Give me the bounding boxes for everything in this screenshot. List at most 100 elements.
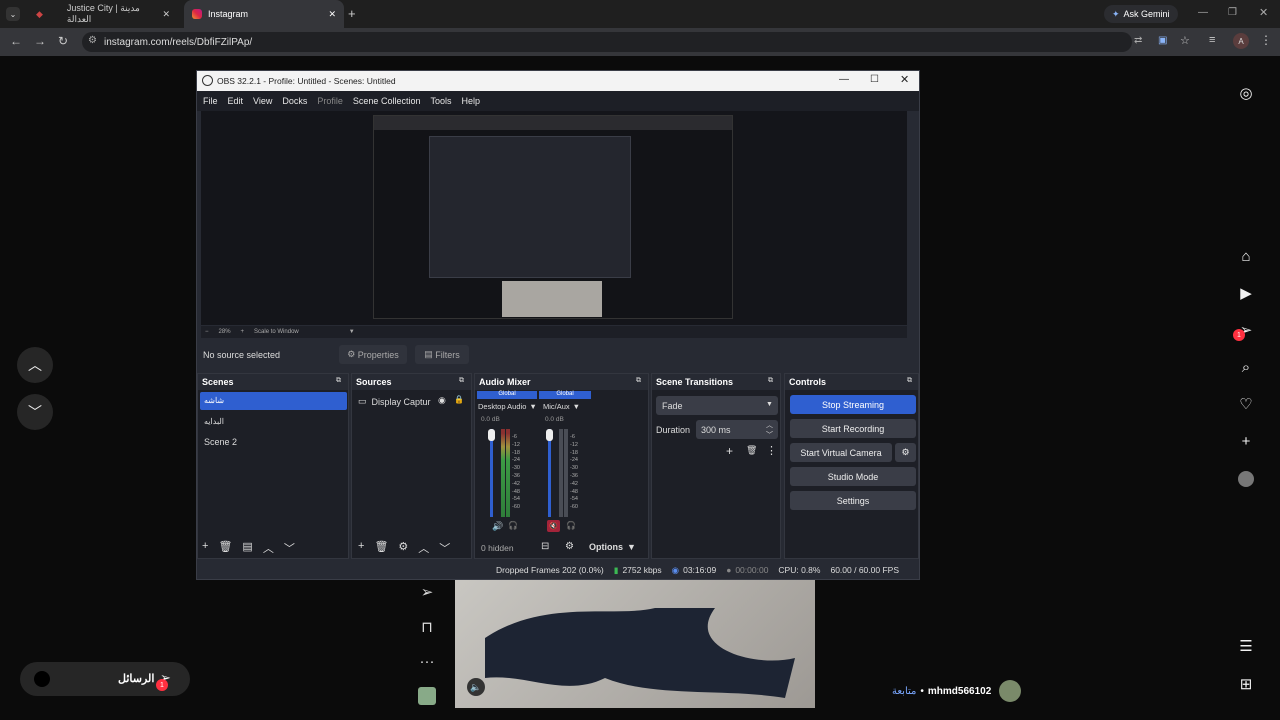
- scene-item[interactable]: شاشه: [200, 392, 347, 410]
- filter-icon[interactable]: ▤: [242, 540, 252, 556]
- trash-icon[interactable]: 🗑: [746, 445, 757, 456]
- menu-icon[interactable]: ⋮: [1260, 33, 1272, 47]
- site-info-icon[interactable]: ⚙: [88, 35, 97, 46]
- undock-icon[interactable]: ⧉: [636, 377, 641, 385]
- menu-tools[interactable]: Tools: [430, 96, 451, 106]
- minimize-icon[interactable]: —: [839, 74, 849, 85]
- headphones-icon[interactable]: 🎧: [508, 521, 518, 530]
- author-avatar[interactable]: [999, 680, 1022, 702]
- virtual-camera-settings-button[interactable]: ⚙: [895, 443, 916, 462]
- menu-file[interactable]: File: [203, 96, 218, 106]
- close-window-icon[interactable]: ✕: [1259, 6, 1268, 19]
- mute-icon[interactable]: 🔈: [467, 678, 485, 696]
- bookmark-star-icon[interactable]: ☆: [1180, 34, 1190, 47]
- more-menu-icon[interactable]: ☰: [1234, 634, 1258, 658]
- instagram-logo-icon[interactable]: ◎: [1234, 81, 1258, 105]
- ask-gemini-button[interactable]: ✦ Ask Gemini: [1104, 5, 1178, 23]
- next-reel-button[interactable]: ﹀: [17, 394, 53, 430]
- messages-button[interactable]: الرسائل ➢ 1: [20, 662, 190, 696]
- trash-icon[interactable]: 🗑: [374, 540, 388, 556]
- trash-icon[interactable]: 🗑: [218, 540, 232, 556]
- source-item[interactable]: ▭ Display Captur: [358, 396, 431, 407]
- heart-icon[interactable]: ♡: [1234, 392, 1258, 416]
- muted-icon[interactable]: 🔇: [547, 520, 560, 532]
- undock-icon[interactable]: ⧉: [336, 377, 341, 385]
- maximize-icon[interactable]: ☐: [870, 74, 879, 85]
- scene-item[interactable]: Scene 2: [204, 437, 237, 447]
- reload-icon[interactable]: ↻: [58, 34, 68, 48]
- more-options-icon[interactable]: ···: [415, 649, 439, 673]
- follow-link[interactable]: متابعة: [892, 686, 916, 697]
- add-icon[interactable]: +: [726, 444, 733, 458]
- undock-icon[interactable]: ⧉: [768, 377, 773, 385]
- headphones-icon[interactable]: 🎧: [566, 521, 576, 530]
- close-icon[interactable]: ✕: [900, 73, 909, 86]
- volume-slider[interactable]: [548, 429, 551, 517]
- menu-profile[interactable]: Profile: [317, 96, 343, 106]
- previous-reel-button[interactable]: ︿: [17, 347, 53, 383]
- cast-icon[interactable]: ▣: [1158, 35, 1167, 46]
- back-icon[interactable]: ←: [10, 34, 22, 48]
- stepper-icon[interactable]: ︿ ﹀: [766, 420, 773, 440]
- volume-slider-handle[interactable]: [488, 429, 495, 441]
- layout-icon[interactable]: ⊟: [541, 541, 549, 552]
- start-recording-button[interactable]: Start Recording: [790, 419, 916, 438]
- url-field[interactable]: ⚙ instagram.com/reels/DbfiFZilPAp/ ⇄ ▣ ☆: [82, 32, 1190, 52]
- advanced-settings-icon[interactable]: ⚙: [565, 541, 574, 552]
- move-up-icon[interactable]: ︿: [263, 540, 274, 556]
- move-down-icon[interactable]: ﹀: [284, 540, 295, 556]
- properties-button[interactable]: ⚙ Properties: [339, 345, 407, 364]
- speaker-icon[interactable]: 🔊: [492, 521, 503, 532]
- zoom-in-icon[interactable]: +: [241, 329, 245, 335]
- volume-slider[interactable]: [490, 429, 493, 517]
- start-virtual-camera-button[interactable]: Start Virtual Camera: [790, 443, 892, 462]
- add-icon[interactable]: +: [202, 540, 208, 556]
- filters-button[interactable]: ▤ Filters: [415, 345, 469, 364]
- desktop-audio-menu[interactable]: Desktop Audio ▼: [478, 402, 537, 411]
- volume-slider-handle[interactable]: [546, 429, 553, 441]
- translate-icon[interactable]: ⇄: [1134, 35, 1142, 46]
- add-icon[interactable]: +: [358, 540, 364, 556]
- share-icon[interactable]: ➢: [415, 580, 439, 604]
- create-icon[interactable]: +: [1234, 429, 1258, 453]
- more-icon[interactable]: ⋮: [766, 444, 777, 457]
- settings-button[interactable]: Settings: [790, 491, 916, 510]
- chevron-down-icon[interactable]: ▼: [349, 329, 355, 335]
- options-button[interactable]: Options ▼: [589, 542, 636, 552]
- close-icon[interactable]: ✕: [328, 9, 336, 20]
- reels-icon[interactable]: ▶: [1234, 281, 1258, 305]
- save-icon[interactable]: ⊓: [415, 615, 439, 639]
- tab-justice-city[interactable]: ◆ Justice City | مدينة العدالة ✕: [28, 0, 178, 28]
- stop-streaming-button[interactable]: Stop Streaming: [790, 395, 916, 414]
- meta-apps-icon[interactable]: ⊞: [1234, 672, 1258, 696]
- tab-search-icon[interactable]: ⌄: [6, 7, 20, 21]
- forward-icon[interactable]: →: [34, 34, 46, 48]
- reading-list-icon[interactable]: ≡: [1209, 34, 1215, 46]
- scene-item[interactable]: البدايه: [204, 417, 224, 426]
- audio-thumbnail[interactable]: [418, 687, 436, 705]
- minimize-icon[interactable]: —: [1198, 7, 1208, 18]
- mic-aux-menu[interactable]: Mic/Aux ▼: [543, 402, 580, 411]
- menu-help[interactable]: Help: [461, 96, 480, 106]
- zoom-out-icon[interactable]: −: [205, 329, 209, 335]
- undock-icon[interactable]: ⧉: [907, 377, 912, 385]
- lock-icon[interactable]: 🔒: [454, 395, 464, 404]
- eye-icon[interactable]: ◉: [438, 395, 446, 406]
- undock-icon[interactable]: ⧉: [459, 377, 464, 385]
- close-icon[interactable]: ✕: [162, 9, 170, 20]
- scale-mode-select[interactable]: Scale to Window: [254, 329, 299, 335]
- username-link[interactable]: mhmd566102: [928, 686, 991, 697]
- home-icon[interactable]: ⌂: [1234, 244, 1258, 268]
- tab-instagram[interactable]: Instagram ✕: [184, 0, 344, 28]
- move-down-icon[interactable]: ﹀: [439, 540, 450, 556]
- new-tab-icon[interactable]: +: [348, 6, 356, 21]
- restore-icon[interactable]: ❐: [1228, 7, 1237, 18]
- gear-icon[interactable]: ⚙: [398, 540, 408, 556]
- search-icon[interactable]: ⌕: [1234, 355, 1258, 379]
- profile-avatar[interactable]: [1238, 471, 1254, 487]
- profile-avatar[interactable]: A: [1233, 33, 1249, 49]
- menu-view[interactable]: View: [253, 96, 272, 106]
- move-up-icon[interactable]: ︿: [418, 540, 429, 556]
- menu-edit[interactable]: Edit: [228, 96, 244, 106]
- duration-field[interactable]: 300 ms ︿ ﹀: [696, 420, 778, 439]
